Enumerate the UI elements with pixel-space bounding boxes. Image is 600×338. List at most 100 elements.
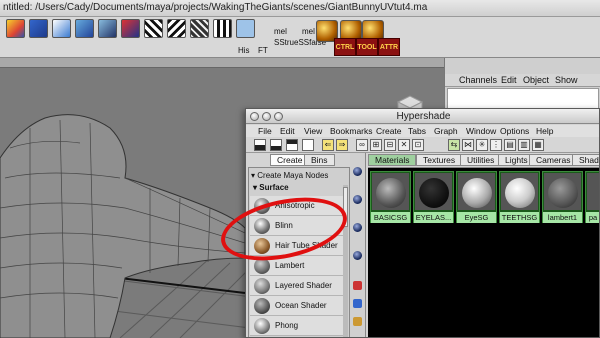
shelf-tile-ctrl[interactable]: CTRL xyxy=(334,38,356,56)
node-type-icon[interactable] xyxy=(353,317,362,326)
surface-section[interactable]: ▾ Surface xyxy=(253,183,347,194)
shelf-tool-icon[interactable] xyxy=(98,19,117,38)
node-type-icon[interactable] xyxy=(353,299,362,308)
link-icon[interactable]: ∞ xyxy=(356,139,368,151)
swatch-image xyxy=(544,173,581,210)
menu-file[interactable]: File xyxy=(258,126,272,136)
hypershade-toolbar: ⇐ ⇒ ∞ ⊞ ⊟ ✕ ⊡ ⇆ ⋈ ✳ ⋮ ▤ ▥ ▦ xyxy=(246,137,599,153)
swatch-label: pa xyxy=(586,212,599,223)
layout-bottom-icon[interactable] xyxy=(270,139,282,151)
shader-ball-icon xyxy=(376,178,406,208)
node-type-icon[interactable] xyxy=(353,195,362,204)
maya-screen: ntitled: /Users/Cady/Documents/maya/proj… xyxy=(0,0,600,338)
swatch-label: EyeSG xyxy=(457,212,496,223)
graph-alt-icon[interactable]: ⊟ xyxy=(384,139,396,151)
channel-box-menu: Channels Edit Object Show xyxy=(445,74,600,87)
swatch-label: TEETHSG xyxy=(500,212,539,223)
layout-top-icon[interactable] xyxy=(254,139,266,151)
material-swatch[interactable]: TEETHSG xyxy=(499,171,540,223)
node-type-icon[interactable] xyxy=(353,251,362,260)
tab-materials[interactable]: Materials xyxy=(368,154,417,166)
shelf-label-mel-2[interactable]: mel xyxy=(302,27,315,36)
nodes-icon[interactable]: ⋮ xyxy=(490,139,502,151)
tab-textures[interactable]: Textures xyxy=(416,154,463,166)
shelf-tile-attr[interactable]: ATTR xyxy=(378,38,400,56)
shelf-label-ft[interactable]: FT xyxy=(258,46,268,55)
shelf-tool-icon[interactable] xyxy=(236,19,255,38)
phong-swatch-icon xyxy=(254,318,270,334)
shelf-label-his[interactable]: His xyxy=(238,46,250,55)
shelf-tool-icon[interactable] xyxy=(190,19,209,38)
menu-window[interactable]: Window xyxy=(466,126,496,136)
menu-object[interactable]: Object xyxy=(523,75,549,85)
tab-utilities[interactable]: Utilities xyxy=(460,154,502,166)
ocean-swatch-icon xyxy=(254,298,270,314)
tab-bins[interactable]: Bins xyxy=(304,154,335,166)
material-swatch[interactable]: EyeSG xyxy=(456,171,497,223)
connections-icon[interactable]: ⋈ xyxy=(462,139,474,151)
node-type-icon[interactable] xyxy=(353,167,362,176)
rearrange-icon[interactable]: ⊡ xyxy=(412,139,424,151)
hypershade-title-bar: Hypershade xyxy=(246,109,599,124)
material-swatch[interactable]: BASICSG xyxy=(370,171,411,223)
menu-help[interactable]: Help xyxy=(536,126,553,136)
material-swatch[interactable]: pa xyxy=(585,171,599,223)
shelf-icon-row xyxy=(6,19,255,38)
shelf-tool-icon[interactable] xyxy=(29,19,48,38)
menu-tabs[interactable]: Tabs xyxy=(408,126,426,136)
create-maya-nodes-dropdown[interactable]: ▾ Create Maya Nodes xyxy=(251,171,345,182)
material-swatch[interactable]: EYELAS... xyxy=(413,171,454,223)
material-swatch[interactable]: lambert1 xyxy=(542,171,583,223)
layout-grid-icon[interactable]: ▤ xyxy=(504,139,516,151)
node-label: Layered Shader xyxy=(275,281,332,290)
menu-edit[interactable]: Edit xyxy=(280,126,295,136)
node-label: Lambert xyxy=(275,261,305,270)
swatch-image xyxy=(501,173,538,210)
menu-channels[interactable]: Channels xyxy=(459,75,497,85)
layout-both-icon[interactable] xyxy=(286,139,298,151)
shelf-tool-icon[interactable] xyxy=(52,19,71,38)
tab-cameras[interactable]: Cameras xyxy=(529,154,578,166)
input-output-icon[interactable]: ⇆ xyxy=(448,139,460,151)
create-header-label: Create Maya Nodes xyxy=(257,171,329,180)
tab-shading-groups[interactable]: Shadi xyxy=(572,154,599,166)
menu-bookmarks[interactable]: Bookmarks xyxy=(330,126,373,136)
node-layered-shader[interactable]: Layered Shader xyxy=(250,276,343,296)
shelf-tool-icon[interactable] xyxy=(213,19,232,38)
shelf-tool-icon[interactable] xyxy=(144,19,163,38)
menu-create[interactable]: Create xyxy=(376,126,402,136)
swatch-image xyxy=(587,173,599,210)
shader-ball-icon xyxy=(419,178,449,208)
swatch-label: BASICSG xyxy=(371,212,410,223)
menu-options[interactable]: Options xyxy=(500,126,529,136)
node-type-icon[interactable] xyxy=(353,223,362,232)
shelf-label-mel[interactable]: mel xyxy=(274,27,287,36)
node-ocean-shader[interactable]: Ocean Shader xyxy=(250,296,343,316)
menu-view[interactable]: View xyxy=(304,126,322,136)
shelf-tool-icon[interactable] xyxy=(121,19,140,38)
shelf-tool-icon[interactable] xyxy=(75,19,94,38)
hypershade-menu-bar: File Edit View Bookmarks Create Tabs Gra… xyxy=(246,125,599,137)
nodes-scrollbar[interactable] xyxy=(343,185,348,337)
menu-graph[interactable]: Graph xyxy=(434,126,458,136)
swatch-label: lambert1 xyxy=(543,212,582,223)
clear-graph-icon[interactable]: ✕ xyxy=(398,139,410,151)
node-type-icon[interactable] xyxy=(353,281,362,290)
arrow-left-icon[interactable]: ⇐ xyxy=(322,139,334,151)
menu-show[interactable]: Show xyxy=(555,75,578,85)
network-icon[interactable]: ✳ xyxy=(476,139,488,151)
window-title-bar: ntitled: /Users/Cady/Documents/maya/proj… xyxy=(0,0,600,17)
menu-edit[interactable]: Edit xyxy=(501,75,517,85)
layout-single-icon[interactable] xyxy=(302,139,314,151)
shelf-tile-tool[interactable]: TOOL xyxy=(356,38,378,56)
layout-tiles-icon[interactable]: ▦ xyxy=(532,139,544,151)
node-phong[interactable]: Phong xyxy=(250,316,343,336)
swatch-image xyxy=(458,173,495,210)
graph-icon[interactable]: ⊞ xyxy=(370,139,382,151)
node-type-strip xyxy=(350,153,366,337)
arrow-right-icon[interactable]: ⇒ xyxy=(336,139,348,151)
layout-list-icon[interactable]: ▥ xyxy=(518,139,530,151)
viewport-panel-bar xyxy=(0,58,444,68)
shelf-tool-icon[interactable] xyxy=(6,19,25,38)
shelf-tool-icon[interactable] xyxy=(167,19,186,38)
